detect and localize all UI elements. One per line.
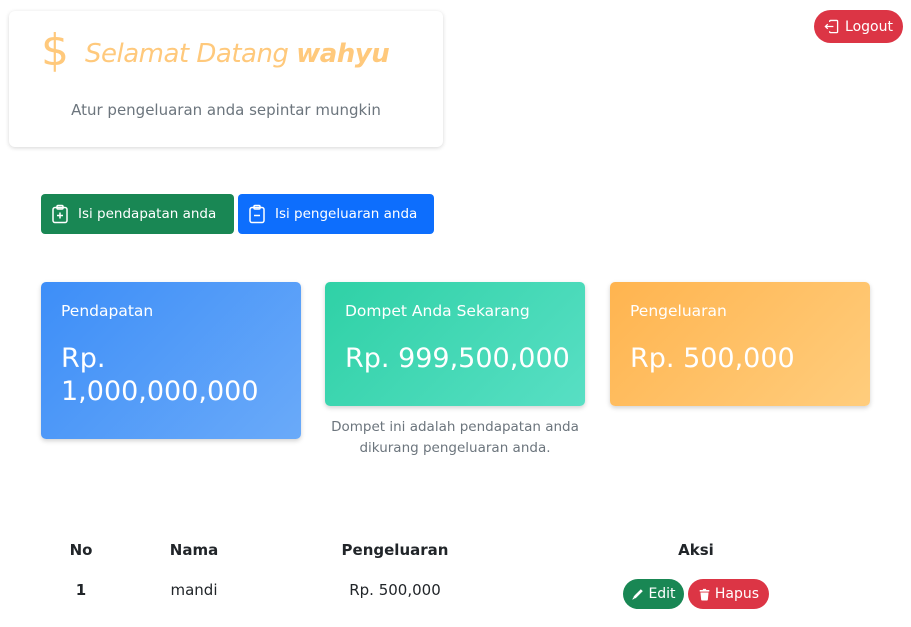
column-header-no: No (69, 541, 93, 559)
row-nama: mandi (170, 581, 218, 599)
wallet-label: Dompet Anda Sekarang (345, 302, 530, 320)
delete-label: Hapus (714, 586, 760, 602)
column-header-pengeluaran: Pengeluaran (341, 541, 449, 559)
wallet-value: Rp. 999,500,000 (345, 343, 570, 374)
add-income-button[interactable]: Isi pendapatan anda (41, 194, 234, 234)
pencil-icon (632, 588, 644, 600)
trash-icon (699, 588, 710, 601)
row-no: 1 (75, 581, 87, 599)
income-value: Rp. 1,000,000,000 (61, 343, 259, 407)
wallet-card: Dompet Anda Sekarang Rp. 999,500,000 (325, 282, 585, 406)
clipboard-plus-icon (52, 204, 68, 224)
add-income-label: Isi pendapatan anda (78, 206, 217, 222)
logout-button[interactable]: Logout (814, 10, 903, 43)
welcome-subtitle: Atur pengeluaran anda sepintar mungkin (71, 101, 381, 119)
welcome-title: Selamat Datang wahyu (85, 39, 390, 69)
row-pengeluaran: Rp. 500,000 (349, 581, 441, 599)
income-card: Pendapatan Rp. 1,000,000,000 (41, 282, 301, 439)
greeting-text: Selamat Datang (85, 39, 289, 69)
welcome-card: $ Selamat Datang wahyu Atur pengeluaran … (9, 11, 443, 147)
edit-label: Edit (648, 586, 676, 602)
income-label: Pendapatan (61, 302, 154, 320)
expense-label: Pengeluaran (630, 302, 727, 320)
edit-button[interactable]: Edit (623, 579, 684, 609)
add-expense-button[interactable]: Isi pengeluaran anda (238, 194, 434, 234)
expense-value: Rp. 500,000 (630, 343, 795, 374)
logout-icon (824, 19, 839, 34)
clipboard-minus-icon (249, 204, 265, 224)
logout-label: Logout (845, 18, 893, 35)
dollar-icon: $ (41, 25, 69, 76)
add-expense-label: Isi pengeluaran anda (275, 206, 418, 222)
wallet-note: Dompet ini adalah pendapatan anda dikura… (331, 419, 579, 456)
column-header-nama: Nama (169, 541, 219, 559)
username: wahyu (296, 39, 390, 69)
column-header-aksi: Aksi (678, 541, 714, 559)
expense-card: Pengeluaran Rp. 500,000 (610, 282, 870, 406)
delete-button[interactable]: Hapus (688, 579, 769, 609)
